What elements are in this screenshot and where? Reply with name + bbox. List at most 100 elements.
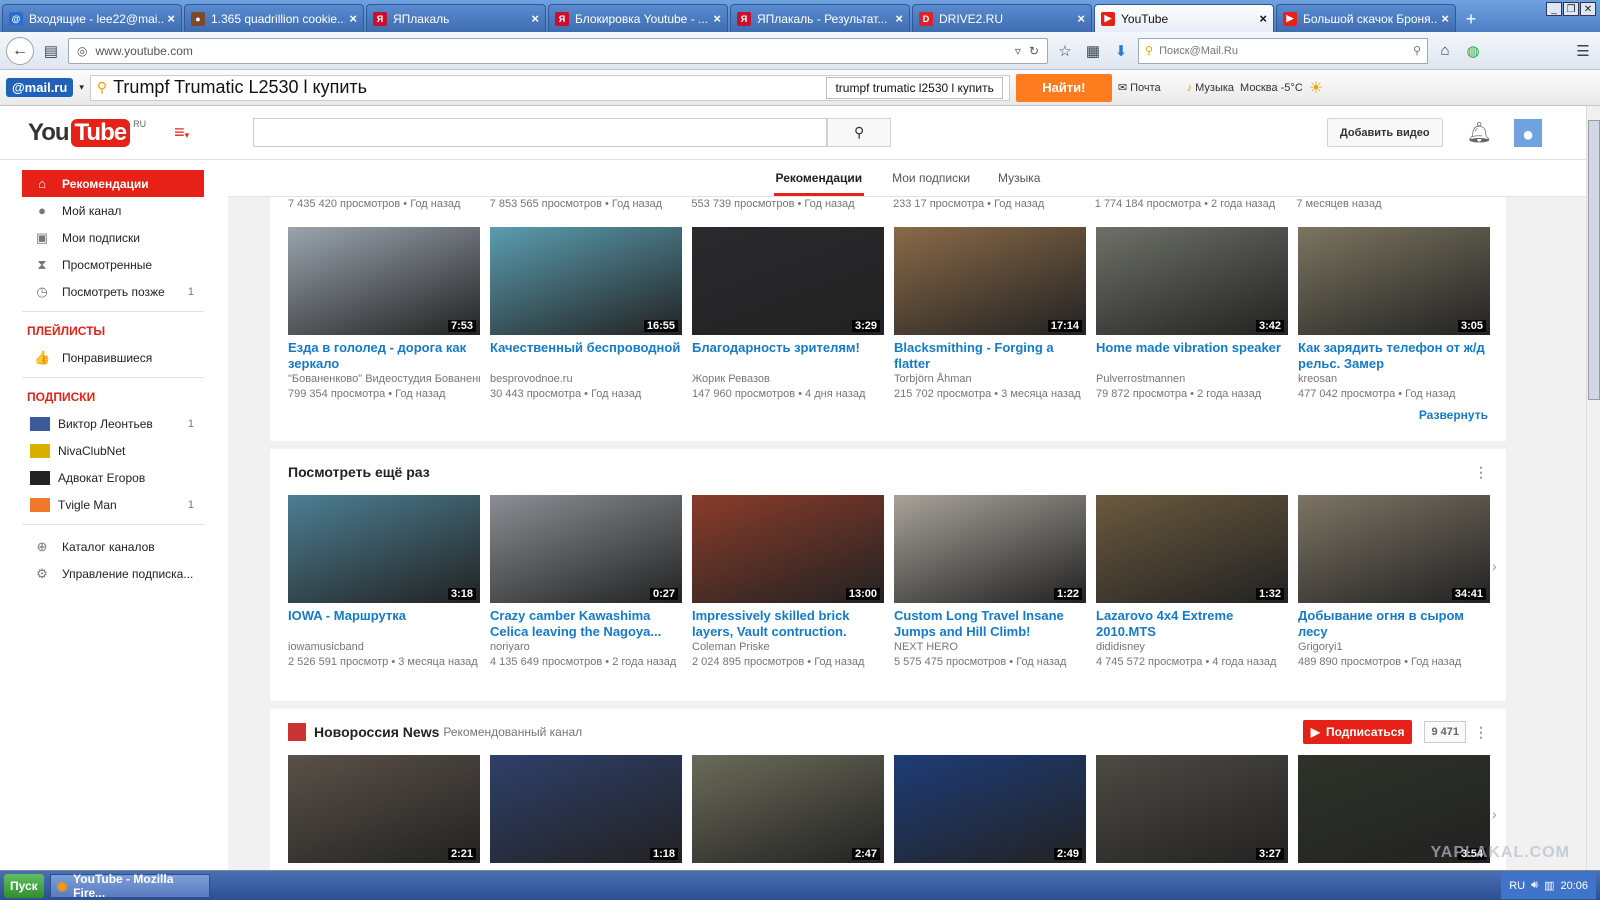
scrollbar-thumb[interactable]: [1588, 120, 1600, 400]
menu-icon[interactable]: ☰: [1572, 40, 1594, 62]
sun-icon[interactable]: ☀: [1309, 78, 1323, 98]
video-thumbnail[interactable]: 0:27: [490, 495, 682, 603]
feed-tab[interactable]: Мои подписки: [892, 171, 970, 185]
mailru-dropdown-icon[interactable]: ▾: [79, 82, 84, 93]
browser-search-input[interactable]: ⚲ Поиск@Mail.Ru ⚲: [1138, 37, 1428, 64]
shelf-next-arrow-icon[interactable]: ›: [1492, 558, 1497, 574]
home-button-icon[interactable]: ⌂: [1434, 40, 1456, 62]
video-thumbnail[interactable]: 3:29: [692, 227, 884, 335]
video-channel[interactable]: Grigoryi1: [1298, 640, 1490, 655]
subscribe-button[interactable]: ▶ Подписаться: [1302, 720, 1413, 744]
expand-link[interactable]: Развернуть: [288, 402, 1488, 434]
tab-close-icon[interactable]: ×: [1441, 11, 1449, 26]
video-thumbnail[interactable]: 1:32: [1096, 495, 1288, 603]
shelf-title-text[interactable]: Посмотреть ещё раз: [288, 464, 430, 480]
video-thumbnail[interactable]: 3:18: [288, 495, 480, 603]
mail-link[interactable]: ✉ Почта: [1118, 81, 1161, 95]
video-thumbnail[interactable]: 2:47: [692, 755, 884, 863]
browser-tab[interactable]: ▶ Большой скачок Броня... ×: [1276, 4, 1456, 32]
youtube-logo[interactable]: You Tube RU: [28, 118, 146, 147]
video-card[interactable]: 2:49: [894, 755, 1086, 863]
video-title[interactable]: Custom Long Travel Insane Jumps and Hill…: [894, 608, 1086, 640]
video-card[interactable]: 1:22 Custom Long Travel Insane Jumps and …: [894, 495, 1086, 670]
network-icon[interactable]: ▥: [1544, 879, 1554, 892]
video-card[interactable]: 3:42 Home made vibration speaker Pulverros…: [1096, 227, 1288, 402]
dropdown-icon[interactable]: ▿: [1015, 44, 1021, 58]
channel-name[interactable]: Новороссия News: [314, 724, 439, 740]
browser-tab[interactable]: Я Блокировка Youtube - ... ×: [548, 4, 728, 32]
video-thumbnail[interactable]: 2:49: [894, 755, 1086, 863]
video-card[interactable]: 34:41 Добывание огня в сыром лесу Grigoryi…: [1298, 495, 1490, 670]
addon-icon[interactable]: ◍: [1462, 40, 1484, 62]
feed-tab[interactable]: Рекомендации: [773, 161, 865, 196]
browser-tab[interactable]: @ Входящие - lee22@mai... ×: [2, 4, 182, 32]
video-title[interactable]: Blacksmithing - Forging a flatter: [894, 340, 1086, 372]
music-link[interactable]: ♪ Музыка: [1187, 82, 1234, 94]
video-channel[interactable]: dididisney: [1096, 640, 1288, 655]
video-channel[interactable]: Torbjörn Åhman: [894, 372, 1086, 387]
channel-avatar-icon[interactable]: [288, 723, 306, 741]
browser-tab[interactable]: Я ЯПлакаль ×: [366, 4, 546, 32]
video-channel[interactable]: NEXT HERO: [894, 640, 1086, 655]
bookmark-star-icon[interactable]: ☆: [1054, 40, 1076, 62]
video-title[interactable]: Lazarovo 4x4 Extreme 2010.MTS: [1096, 608, 1288, 640]
volume-icon[interactable]: 🔊︎: [1531, 879, 1538, 892]
find-button[interactable]: Найти!: [1015, 73, 1112, 102]
mailru-suggest[interactable]: trumpf trumatic l2530 l купить: [826, 76, 1003, 99]
video-channel[interactable]: Pulverrostmannen: [1096, 372, 1288, 387]
video-title[interactable]: Добывание огня в сыром лесу: [1298, 608, 1490, 640]
account-avatar[interactable]: ●: [1514, 118, 1542, 147]
sidebar-subscription[interactable]: Tvigle Man 1: [0, 491, 228, 518]
video-card[interactable]: 2:47: [692, 755, 884, 863]
video-card[interactable]: 3:05 Как зарядить телефон от ж/д рельс. З…: [1298, 227, 1490, 402]
sidebar-subscription[interactable]: Адвокат Егоров: [0, 464, 228, 491]
mailru-search-input[interactable]: ⚲ Trumpf Trumatic L2530 l купить trumpf …: [89, 74, 1010, 101]
video-channel[interactable]: Coleman Priske: [692, 640, 884, 655]
start-button[interactable]: Пуск: [4, 873, 44, 898]
video-title[interactable]: Crazy camber Kawashima Celica leaving th…: [490, 608, 682, 640]
feed-tab[interactable]: Музыка: [998, 171, 1040, 185]
download-icon[interactable]: ⬇: [1110, 40, 1132, 62]
sidebar-item[interactable]: ⊕ Каталог каналов: [0, 533, 228, 560]
language-indicator[interactable]: RU: [1509, 880, 1525, 892]
video-card[interactable]: 3:18 IOWA - Маршрутка iowamusicband 2 526 5…: [288, 495, 480, 670]
url-bar[interactable]: ◎ www.youtube.com ▿ ↻: [68, 37, 1048, 64]
tab-close-icon[interactable]: ×: [1077, 11, 1085, 26]
browser-tab[interactable]: D DRIVE2.RU ×: [912, 4, 1092, 32]
video-card[interactable]: 13:00 Impressively skilled brick layers, …: [692, 495, 884, 670]
video-thumbnail[interactable]: 3:27: [1096, 755, 1288, 863]
tab-close-icon[interactable]: ×: [713, 11, 721, 26]
shelf-next-arrow-icon[interactable]: ›: [1492, 806, 1497, 822]
browser-tab[interactable]: Я ЯПлакаль - Результат... ×: [730, 4, 910, 32]
sidebar-item[interactable]: ⧗ Просмотренные: [0, 251, 228, 278]
video-thumbnail[interactable]: 3:42: [1096, 227, 1288, 335]
video-card[interactable]: 3:29 Благодарность зрителям! Жорик Ревазов…: [692, 227, 884, 402]
notifications-bell-icon[interactable]: 🔔︎: [1467, 120, 1492, 145]
video-title[interactable]: Езда в гололед - дорога как зеркало: [288, 340, 480, 372]
video-card[interactable]: 3:27: [1096, 755, 1288, 863]
video-thumbnail[interactable]: 13:00: [692, 495, 884, 603]
video-channel[interactable]: besprovodnoe.ru: [490, 372, 682, 387]
video-thumbnail[interactable]: 16:55: [490, 227, 682, 335]
video-thumbnail[interactable]: 7:53: [288, 227, 480, 335]
video-thumbnail[interactable]: 1:18: [490, 755, 682, 863]
video-card[interactable]: 0:27 Crazy camber Kawashima Celica leavin…: [490, 495, 682, 670]
shelf-menu-icon[interactable]: ⋮: [1474, 724, 1488, 741]
video-channel[interactable]: Жорик Ревазов: [692, 372, 884, 387]
sidebar-item[interactable]: ● Мой канал: [0, 197, 228, 224]
video-title[interactable]: Impressively skilled brick layers, Vault…: [692, 608, 884, 640]
video-card[interactable]: 17:14 Blacksmithing - Forging a flatter To…: [894, 227, 1086, 402]
guide-menu-icon[interactable]: ≡▾: [174, 122, 189, 143]
tab-close-icon[interactable]: ×: [349, 11, 357, 26]
bookmarks-icon[interactable]: ▦: [1082, 40, 1104, 62]
taskbar-app-firefox[interactable]: ◉ YouTube - Mozilla Fire...: [49, 872, 210, 900]
page-scrollbar[interactable]: [1586, 106, 1600, 870]
back-button[interactable]: ←: [6, 36, 34, 65]
sidebar-subscription[interactable]: NivaClubNet: [0, 437, 228, 464]
tab-close-icon[interactable]: ×: [1259, 11, 1267, 26]
tab-close-icon[interactable]: ×: [531, 11, 539, 26]
upload-button[interactable]: Добавить видео: [1326, 118, 1443, 147]
video-channel[interactable]: "Бованенково" Видеостудия Бованенковское…: [288, 372, 480, 387]
video-channel[interactable]: iowamusicband: [288, 640, 480, 655]
sidebar-item[interactable]: ◷ Посмотреть позже 1: [0, 278, 228, 305]
